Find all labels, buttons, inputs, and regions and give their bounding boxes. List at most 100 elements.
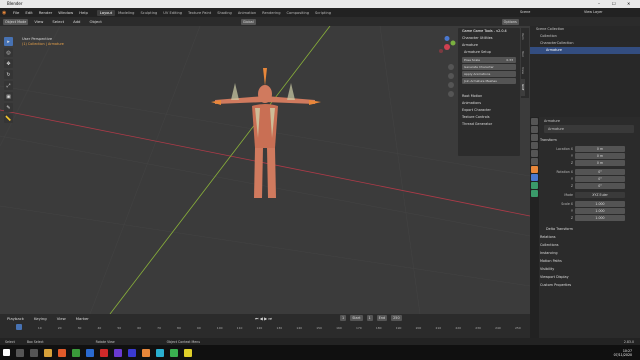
scene-selector[interactable]: Scene bbox=[520, 10, 530, 14]
menu-object[interactable]: Object bbox=[86, 19, 104, 24]
current-frame-field[interactable]: 1 bbox=[340, 315, 347, 321]
menu-file[interactable]: File bbox=[10, 10, 22, 15]
orientation-dropdown[interactable]: Global bbox=[240, 18, 256, 25]
section-character-utilities[interactable]: Character Utilities bbox=[458, 35, 520, 42]
menu-help[interactable]: Help bbox=[76, 10, 91, 15]
search-icon[interactable] bbox=[16, 348, 24, 357]
addon-header[interactable]: Game Game Tools - v2.0.4 bbox=[458, 28, 520, 35]
outliner-scene-collection[interactable]: Scene Collection bbox=[530, 26, 640, 33]
measure-tool-icon[interactable]: 📏 bbox=[4, 114, 13, 123]
view-layer-props-icon[interactable] bbox=[531, 142, 538, 149]
menu-add[interactable]: Add bbox=[70, 19, 83, 24]
app-icon-3[interactable] bbox=[114, 348, 122, 357]
grid-view-icon[interactable] bbox=[448, 91, 454, 97]
options-dropdown[interactable]: Options bbox=[501, 18, 519, 25]
tab-compositing[interactable]: Compositing bbox=[284, 10, 313, 16]
select-box-tool-icon[interactable]: ▸ bbox=[4, 37, 13, 46]
location-y-field[interactable]: 0 m bbox=[575, 153, 625, 159]
viewport-display-panel[interactable]: Viewport Display bbox=[530, 273, 640, 281]
menu-render[interactable]: Render bbox=[36, 10, 56, 15]
transform-tool-icon[interactable]: ▣ bbox=[4, 92, 13, 101]
object-props-icon[interactable] bbox=[531, 166, 538, 173]
menu-keying[interactable]: Keying bbox=[31, 316, 50, 321]
tab-layout[interactable]: Layout bbox=[96, 9, 116, 16]
apply-animations-button[interactable]: Apply Animations bbox=[462, 71, 516, 77]
tab-texture-paint[interactable]: Texture Paint bbox=[185, 10, 214, 16]
delta-transform-panel[interactable]: Delta Transform bbox=[530, 225, 640, 233]
section-thread-generator[interactable]: Thread Generator bbox=[458, 121, 520, 128]
scale-y-field[interactable]: 1.000 bbox=[575, 208, 625, 214]
section-root-motion[interactable]: Root Motion bbox=[458, 93, 520, 100]
custom-properties-panel[interactable]: Custom Properties bbox=[530, 281, 640, 289]
outliner-character-collection[interactable]: CharacterCollection bbox=[530, 40, 640, 47]
clock[interactable]: 10:27 07/11/2020 bbox=[614, 349, 632, 357]
tool-props-icon[interactable] bbox=[531, 118, 538, 125]
app-icon-2[interactable] bbox=[100, 348, 108, 357]
menu-marker[interactable]: Marker bbox=[73, 316, 92, 321]
file-explorer-icon[interactable] bbox=[44, 348, 52, 357]
join-armature-meshes-button[interactable]: Join Armature Meshes bbox=[462, 78, 516, 84]
tab-rendering[interactable]: Rendering bbox=[259, 10, 283, 16]
collections-panel[interactable]: Collections bbox=[530, 241, 640, 249]
tab-animation[interactable]: Animation bbox=[235, 10, 259, 16]
rotation-x-field[interactable]: 0° bbox=[575, 169, 625, 175]
output-props-icon[interactable] bbox=[531, 134, 538, 141]
cursor-tool-icon[interactable]: ◎ bbox=[4, 48, 13, 57]
view-layer-selector[interactable]: View Layer bbox=[584, 10, 603, 14]
menu-playback[interactable]: Playback bbox=[4, 316, 27, 321]
pan-icon[interactable] bbox=[448, 73, 454, 79]
scale-z-field[interactable]: 1.000 bbox=[575, 215, 625, 221]
relations-panel[interactable]: Relations bbox=[530, 233, 640, 241]
move-tool-icon[interactable]: ✥ bbox=[4, 59, 13, 68]
section-texture-controls[interactable]: Texture Controls bbox=[458, 114, 520, 121]
end-frame-field[interactable]: 250 bbox=[391, 315, 402, 321]
menu-view[interactable]: View bbox=[31, 19, 46, 24]
data-props-icon[interactable] bbox=[531, 190, 538, 197]
pose-scale-field[interactable]: Pose Scale 0.33 bbox=[462, 57, 516, 63]
modifier-props-icon[interactable] bbox=[531, 174, 538, 181]
tab-scripting[interactable]: Scripting bbox=[312, 10, 334, 16]
tab-shading[interactable]: Shading bbox=[214, 10, 235, 16]
maximize-button[interactable]: ☐ bbox=[612, 1, 616, 6]
annotate-tool-icon[interactable]: ✎ bbox=[4, 103, 13, 112]
outliner-collection[interactable]: Collection bbox=[530, 33, 640, 40]
tab-tool[interactable]: Tool bbox=[521, 45, 525, 62]
visibility-panel[interactable]: Visibility bbox=[530, 265, 640, 273]
whatsapp-icon[interactable] bbox=[170, 348, 178, 357]
tab-sculpting[interactable]: Sculpting bbox=[137, 10, 160, 16]
close-button[interactable]: ✕ bbox=[627, 1, 630, 6]
minimize-button[interactable]: – bbox=[598, 1, 600, 6]
navigation-gizmo[interactable] bbox=[436, 36, 458, 58]
render-props-icon[interactable] bbox=[531, 126, 538, 133]
character-model[interactable] bbox=[205, 48, 325, 208]
outliner-armature[interactable]: Armature bbox=[530, 47, 640, 54]
blender-taskbar-icon[interactable] bbox=[142, 348, 150, 357]
playback-controls-icon[interactable]: ⏮ ◀ ▶ ⏭ bbox=[255, 316, 272, 321]
section-animations[interactable]: Animations bbox=[458, 100, 520, 107]
app-icon-5[interactable] bbox=[156, 348, 164, 357]
generate-character-button[interactable]: Generate Character bbox=[462, 64, 516, 70]
physics-props-icon[interactable] bbox=[531, 182, 538, 189]
zoom-icon[interactable] bbox=[448, 64, 454, 70]
start-frame-field[interactable]: 1 bbox=[366, 315, 373, 321]
object-mode-dropdown[interactable]: Object Mode bbox=[3, 18, 29, 25]
app-icon-6[interactable] bbox=[184, 348, 192, 357]
tab-view[interactable]: View bbox=[521, 62, 525, 79]
app-icon-1[interactable] bbox=[86, 348, 94, 357]
tab-ggt[interactable]: GGT bbox=[521, 79, 525, 96]
world-props-icon[interactable] bbox=[531, 158, 538, 165]
section-armature[interactable]: Armature bbox=[458, 42, 520, 49]
task-view-icon[interactable] bbox=[30, 348, 38, 357]
scale-x-field[interactable]: 1.000 bbox=[575, 201, 625, 207]
motion-paths-panel[interactable]: Motion Paths bbox=[530, 257, 640, 265]
blender-logo-icon[interactable]: ◉ bbox=[2, 10, 10, 16]
chrome-icon[interactable] bbox=[72, 348, 80, 357]
scale-tool-icon[interactable]: ⤢ bbox=[4, 81, 13, 90]
camera-icon[interactable] bbox=[448, 82, 454, 88]
tab-uv-editing[interactable]: UV Editing bbox=[160, 10, 185, 16]
tab-modeling[interactable]: Modeling bbox=[115, 10, 137, 16]
section-export-character[interactable]: Export Character bbox=[458, 107, 520, 114]
tab-item[interactable]: Item bbox=[521, 28, 525, 45]
playhead[interactable] bbox=[16, 324, 22, 330]
transform-panel[interactable]: Transform bbox=[530, 136, 640, 144]
